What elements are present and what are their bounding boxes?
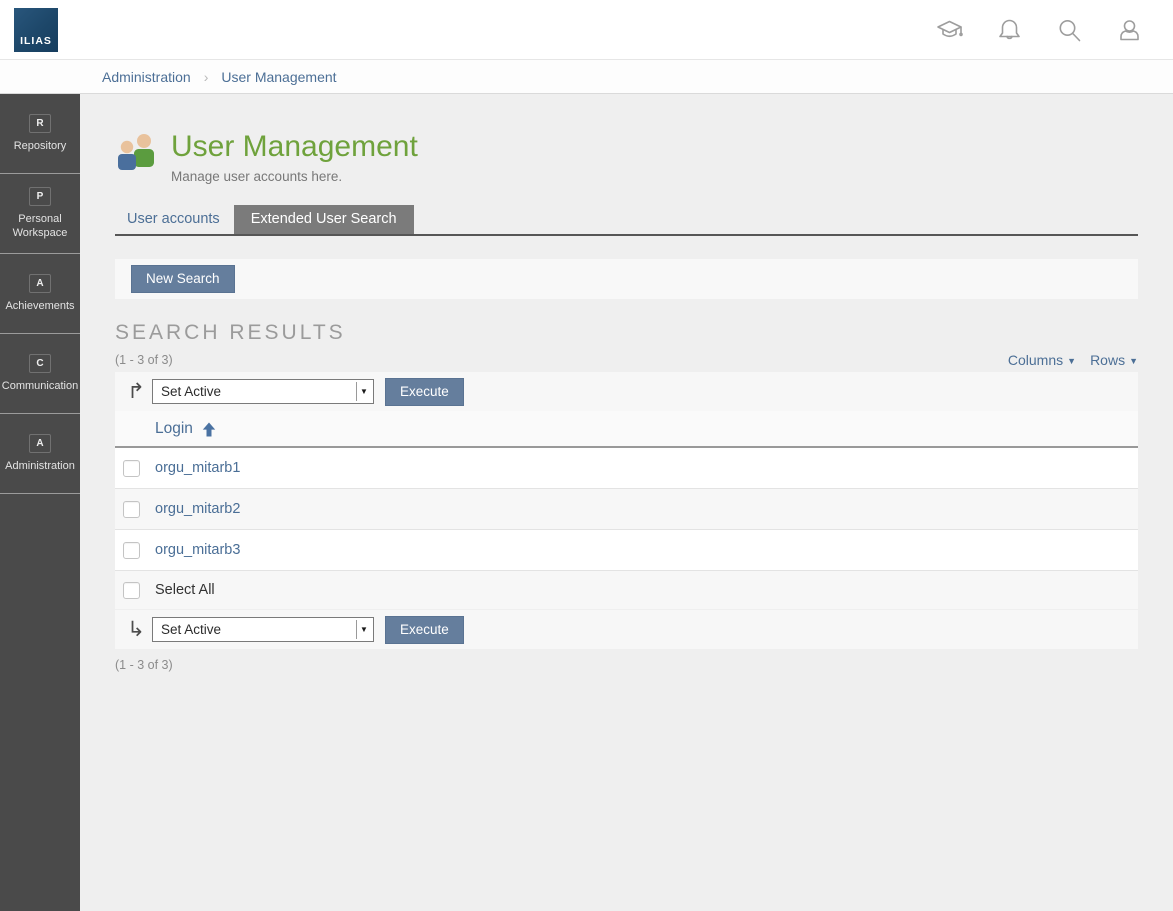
sidebar-item-achievements[interactable]: A Achievements [0, 254, 80, 334]
sidebar-item-label: Repository [12, 140, 69, 154]
table-row: orgu_mitarb2 [115, 489, 1138, 530]
tab-user-accounts[interactable]: User accounts [115, 205, 234, 234]
row-checkbox[interactable] [123, 460, 140, 477]
page-header: User Management Manage user accounts her… [115, 94, 1138, 184]
chevron-right-icon: › [204, 69, 209, 85]
sidebar-item-label: Personal Workspace [0, 213, 80, 241]
page-title: User Management [171, 130, 418, 163]
rows-dropdown-label: Rows [1090, 352, 1125, 368]
search-results-heading: SEARCH RESULTS [115, 321, 1138, 345]
tab-bar: User accounts Extended User Search [115, 205, 1138, 236]
tab-extended-user-search[interactable]: Extended User Search [234, 205, 414, 234]
main-menu-sidebar: R Repository P Personal Workspace A Achi… [0, 94, 80, 911]
columns-dropdown-label: Columns [1008, 352, 1063, 368]
administration-icon: A [29, 434, 51, 453]
bulk-action-select-bottom[interactable]: Set Active [153, 618, 373, 641]
results-count-top: (1 - 3 of 3) [115, 353, 173, 367]
top-icon-group [934, 0, 1145, 60]
sidebar-item-label: Administration [3, 460, 77, 474]
courses-icon[interactable] [934, 15, 965, 46]
row-checkbox[interactable] [123, 501, 140, 518]
select-all-checkbox[interactable] [123, 582, 140, 599]
repository-icon: R [29, 114, 51, 133]
column-header-login[interactable]: Login [155, 420, 193, 438]
sidebar-item-communication[interactable]: C Communication [0, 334, 80, 414]
apply-to-selection-up-icon: ↱ [124, 381, 148, 402]
bulk-action-select-top[interactable]: Set Active [153, 380, 373, 403]
row-checkbox[interactable] [123, 542, 140, 559]
rows-dropdown[interactable]: Rows ▼ [1090, 352, 1138, 368]
ilias-application-window: ILIAS [0, 0, 1173, 911]
caret-down-icon: ▼ [1067, 356, 1076, 366]
ilias-logo-text: ILIAS [20, 35, 52, 47]
communication-icon: C [29, 354, 51, 373]
notifications-icon[interactable] [994, 15, 1025, 46]
table-row: orgu_mitarb1 [115, 448, 1138, 489]
bulk-action-toolbar-top: ↱ Set Active Execute [115, 372, 1138, 411]
bulk-action-toolbar-bottom: ↳ Set Active Execute [115, 610, 1138, 649]
execute-button-top[interactable]: Execute [385, 378, 464, 406]
breadcrumb-user-management[interactable]: User Management [221, 69, 336, 85]
results-range-row: (1 - 3 of 3) Columns ▼ Rows ▼ [115, 352, 1138, 368]
user-login-link[interactable]: orgu_mitarb2 [155, 501, 240, 517]
results-count-bottom: (1 - 3 of 3) [115, 658, 1138, 672]
main-content-area: User Management Manage user accounts her… [80, 94, 1173, 911]
page-subtitle: Manage user accounts here. [171, 169, 418, 184]
sidebar-item-label: Achievements [3, 300, 76, 314]
bulk-action-select-bottom-wrap: Set Active [152, 617, 374, 642]
sidebar-item-personal-workspace[interactable]: P Personal Workspace [0, 174, 80, 254]
caret-down-icon: ▼ [1129, 356, 1138, 366]
search-results-table: ↱ Set Active Execute Login [115, 372, 1138, 649]
achievements-icon: A [29, 274, 51, 293]
sidebar-item-administration[interactable]: A Administration [0, 414, 80, 494]
user-menu-icon[interactable] [1114, 15, 1145, 46]
columns-dropdown[interactable]: Columns ▼ [1008, 352, 1076, 368]
user-login-link[interactable]: orgu_mitarb1 [155, 460, 240, 476]
execute-button-bottom[interactable]: Execute [385, 616, 464, 644]
select-all-label: Select All [155, 582, 215, 598]
table-row: orgu_mitarb3 [115, 530, 1138, 571]
apply-to-selection-down-icon: ↳ [124, 619, 148, 640]
new-search-button[interactable]: New Search [131, 265, 235, 293]
table-header-row: Login [115, 411, 1138, 448]
sidebar-item-repository[interactable]: R Repository [0, 94, 80, 174]
breadcrumb-administration[interactable]: Administration [102, 69, 191, 85]
user-management-icon [115, 132, 161, 174]
search-toolbar: New Search [115, 259, 1138, 299]
select-all-row: Select All [115, 571, 1138, 610]
sidebar-item-label: Communication [0, 380, 80, 394]
top-bar: ILIAS [0, 0, 1173, 60]
breadcrumb: Administration › User Management [0, 60, 1173, 94]
user-login-link[interactable]: orgu_mitarb3 [155, 542, 240, 558]
personal-workspace-icon: P [29, 187, 51, 206]
search-icon[interactable] [1054, 15, 1085, 46]
bulk-action-select-top-wrap: Set Active [152, 379, 374, 404]
ilias-logo[interactable]: ILIAS [14, 8, 58, 52]
sort-ascending-icon[interactable] [202, 422, 216, 437]
